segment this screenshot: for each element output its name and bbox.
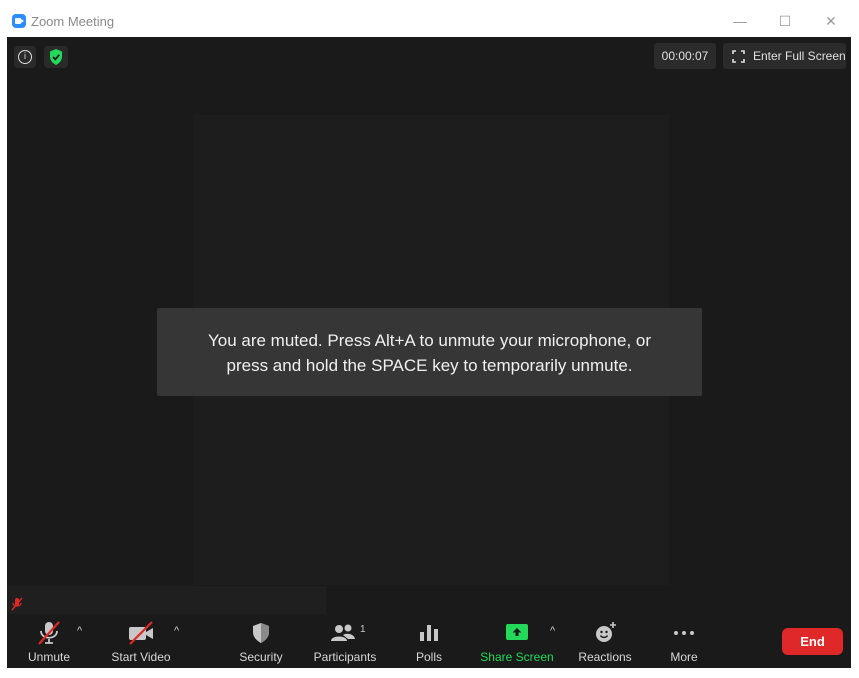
share-screen-label: Share Screen <box>480 650 554 664</box>
mic-muted-icon <box>11 597 23 611</box>
security-button[interactable]: Security <box>231 614 291 668</box>
security-label: Security <box>239 650 283 664</box>
notification-line-2: press and hold the SPACE key to temporar… <box>226 356 633 375</box>
share-screen-icon <box>506 624 528 640</box>
info-icon: i <box>18 50 32 64</box>
start-video-button[interactable]: Start Video <box>105 614 177 668</box>
notification-line-1: You are muted. Press Alt+A to unmute you… <box>207 331 652 350</box>
meeting-timer: 00:00:07 <box>654 43 716 69</box>
reactions-label: Reactions <box>578 650 632 664</box>
window-titlebar: Zoom Meeting — ☐ ✕ <box>0 0 859 37</box>
enter-fullscreen-button[interactable]: Enter Full Screen <box>723 43 846 69</box>
muted-notification: You are muted. Press Alt+A to unmute you… <box>157 308 702 396</box>
unmute-label: Unmute <box>27 650 71 664</box>
share-screen-button[interactable]: Share Screen <box>477 614 557 668</box>
self-view-tile <box>7 586 326 614</box>
shield-check-icon <box>50 49 62 65</box>
end-meeting-button[interactable]: End <box>782 628 843 655</box>
video-options-caret[interactable]: ^ <box>174 625 179 637</box>
polls-label: Polls <box>415 650 442 664</box>
zoom-logo-icon <box>12 14 26 28</box>
polls-icon <box>420 625 438 641</box>
more-dots-icon <box>674 631 694 635</box>
reactions-button[interactable]: Reactions <box>575 614 635 668</box>
participants-label: Participants <box>313 650 377 664</box>
fullscreen-label: Enter Full Screen <box>753 49 846 63</box>
meeting-canvas: i 00:00:07 Enter Full Screen You are mut… <box>7 37 851 668</box>
minimize-button[interactable]: — <box>728 10 752 32</box>
maximize-button[interactable]: ☐ <box>773 10 797 32</box>
reactions-icon <box>596 622 616 642</box>
fullscreen-icon <box>732 50 745 63</box>
meeting-toolbar: Unmute ^ Start Video ^ Security 1 Partic… <box>7 614 851 668</box>
security-shield-icon <box>253 623 269 643</box>
audio-options-caret[interactable]: ^ <box>77 625 82 637</box>
polls-button[interactable]: Polls <box>407 614 451 668</box>
meeting-info-button[interactable]: i <box>14 46 36 68</box>
participants-button[interactable]: 1 Participants <box>310 614 380 668</box>
video-off-icon <box>129 621 153 645</box>
more-button[interactable]: More <box>662 614 706 668</box>
share-options-caret[interactable]: ^ <box>550 625 555 637</box>
participants-icon <box>331 624 355 641</box>
close-button[interactable]: ✕ <box>819 10 843 32</box>
window-title: Zoom Meeting <box>31 14 115 29</box>
start-video-label: Start Video <box>111 650 171 664</box>
unmute-button[interactable]: Unmute <box>17 614 81 668</box>
more-label: More <box>670 650 698 664</box>
encryption-button[interactable] <box>44 46 68 68</box>
mic-muted-icon <box>38 621 60 645</box>
participants-count: 1 <box>360 624 366 635</box>
